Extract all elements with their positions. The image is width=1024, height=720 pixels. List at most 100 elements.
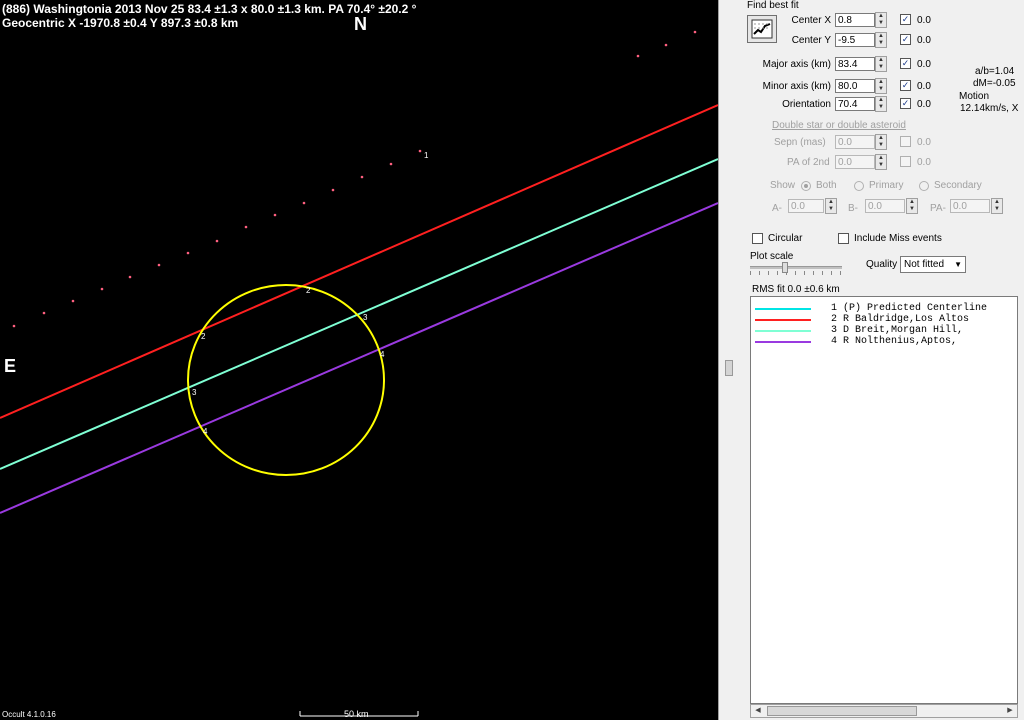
chord-line-3 xyxy=(0,158,718,470)
sepn-checkbox[interactable] xyxy=(900,136,911,147)
field-label: Orientation xyxy=(782,99,831,110)
field-checkbox[interactable]: ✓ xyxy=(900,14,911,25)
pa2-spinner[interactable]: ▲ ▼ xyxy=(875,154,887,170)
scroll-thumb[interactable] xyxy=(767,706,917,716)
legend-num: 1 xyxy=(831,303,838,314)
field-input[interactable]: 70.4 xyxy=(835,97,875,111)
centerline-dot xyxy=(389,162,393,166)
header-line-2: Geocentric X -1970.8 ±0.4 Y 897.3 ±0.8 k… xyxy=(2,16,239,30)
field-spinner[interactable]: ▲ ▼ xyxy=(875,96,887,112)
legend-text: D Breit,Morgan Hill, xyxy=(843,325,964,336)
scroll-left-icon[interactable]: ◀ xyxy=(752,705,764,717)
field-spinner[interactable]: ▲ ▼ xyxy=(875,32,887,48)
show-both-label: Both xyxy=(816,180,837,191)
pa2-check-value: 0.0 xyxy=(917,157,931,168)
show-secondary-label: Secondary xyxy=(934,180,982,191)
pa-input[interactable]: 0.0 xyxy=(950,199,990,213)
field-spinner[interactable]: ▲ ▼ xyxy=(875,78,887,94)
legend-num: 4 xyxy=(831,336,838,347)
field-check-value: 0.0 xyxy=(917,81,931,92)
chord-line-4 xyxy=(0,202,718,514)
double-star-label: Double star or double asteroid xyxy=(772,120,906,131)
include-miss-label: Include Miss events xyxy=(854,233,942,244)
chord-marker-label: 3 xyxy=(363,313,368,322)
scale-bar-label: 50 km xyxy=(344,709,369,719)
scroll-right-icon[interactable]: ▶ xyxy=(1004,705,1016,717)
slider-track xyxy=(750,266,842,269)
centerline-dot xyxy=(215,239,219,243)
plot-scale-label: Plot scale xyxy=(750,251,794,262)
chord-markers: 1 2 2 3 3 4 4 xyxy=(192,151,429,436)
show-both-radio[interactable] xyxy=(801,181,811,191)
show-secondary-radio[interactable] xyxy=(919,181,929,191)
centerline-dots xyxy=(12,30,697,328)
sepn-check-value: 0.0 xyxy=(917,137,931,148)
circular-checkbox[interactable] xyxy=(752,233,763,244)
field-spinner[interactable]: ▲ ▼ xyxy=(875,56,887,72)
field-input[interactable]: 80.0 xyxy=(835,79,875,93)
version-label: Occult 4.1.0.16 xyxy=(2,710,56,719)
centerline-dot xyxy=(331,188,335,192)
show-primary-radio[interactable] xyxy=(854,181,864,191)
sepn-spinner[interactable]: ▲ ▼ xyxy=(875,134,887,150)
centerline-dot xyxy=(273,213,277,217)
legend-text: R Nolthenius,Aptos, xyxy=(843,336,958,347)
quality-select[interactable]: Not fitted ▼ xyxy=(900,256,966,273)
find-best-fit-label: Find best fit xyxy=(747,0,799,11)
field-checkbox[interactable]: ✓ xyxy=(900,34,911,45)
occultation-plot[interactable]: 1223344 (886) Washingtonia 2013 Nov 25 8… xyxy=(0,0,718,720)
pa-spinner[interactable]: ▲ ▼ xyxy=(991,198,1003,214)
legend-num: 3 xyxy=(831,325,838,336)
legend-color-swatch xyxy=(755,308,811,310)
field-label: Major axis (km) xyxy=(762,59,831,70)
fit-panel: Find best fit Center X 0.8 ▲ ▼ ✓ 0.0 Cente… xyxy=(744,0,1024,720)
a-spinner[interactable]: ▲ ▼ xyxy=(825,198,837,214)
sepn-input[interactable]: 0.0 xyxy=(835,135,875,149)
b-spinner[interactable]: ▲ ▼ xyxy=(906,198,918,214)
legend-text: (P) Predicted Centerline xyxy=(843,303,988,314)
b-input[interactable]: 0.0 xyxy=(865,199,905,213)
include-miss-checkbox[interactable] xyxy=(838,233,849,244)
chord-marker-label: 4 xyxy=(203,427,208,436)
splitter-grip[interactable] xyxy=(725,360,733,376)
quality-value: Not fitted xyxy=(904,259,945,270)
pa2-checkbox[interactable] xyxy=(900,156,911,167)
slider-thumb[interactable] xyxy=(782,262,788,273)
centerline-dot xyxy=(302,201,306,205)
a-input[interactable]: 0.0 xyxy=(788,199,824,213)
centerline-dot xyxy=(100,287,104,291)
slider-ticks xyxy=(750,271,842,275)
sepn-label: Sepn (mas) xyxy=(774,137,826,148)
asteroid-outline xyxy=(187,284,385,476)
field-checkbox[interactable]: ✓ xyxy=(900,98,911,109)
chord-marker-label: 1 xyxy=(424,151,429,160)
field-input[interactable]: 83.4 xyxy=(835,57,875,71)
legend-text: R Baldridge,Los Altos xyxy=(843,314,970,325)
legend-hscrollbar[interactable]: ◀ ▶ xyxy=(750,704,1018,718)
field-checkbox[interactable]: ✓ xyxy=(900,58,911,69)
field-input[interactable]: -9.5 xyxy=(835,33,875,47)
centerline-dot xyxy=(636,54,640,58)
chord-legend-list[interactable]: 1 (P) Predicted Centerline 2 R Baldridge… xyxy=(750,296,1018,704)
ab-ratio: a/b=1.04 xyxy=(975,66,1015,77)
legend-color-swatch xyxy=(755,341,811,343)
field-checkbox[interactable]: ✓ xyxy=(900,80,911,91)
field-input[interactable]: 0.8 xyxy=(835,13,875,27)
chord-line-2 xyxy=(0,104,718,419)
legend-color-swatch xyxy=(755,330,811,332)
chord-marker-label: 3 xyxy=(192,388,197,397)
centerline-dot xyxy=(12,324,16,328)
centerline-dot xyxy=(128,275,132,279)
legend-num: 2 xyxy=(831,314,838,325)
panel-splitter[interactable] xyxy=(718,0,745,720)
field-label: Center Y xyxy=(791,35,831,46)
legend-row[interactable]: 4 R Nolthenius,Aptos, xyxy=(751,336,1017,348)
field-spinner[interactable]: ▲ ▼ xyxy=(875,12,887,28)
field-label: Minor axis (km) xyxy=(762,81,831,92)
plot-scale-slider[interactable] xyxy=(750,262,842,276)
centerline-dot xyxy=(418,149,422,153)
centerline-dot xyxy=(186,251,190,255)
centerline-dot xyxy=(244,225,248,229)
quality-label: Quality xyxy=(866,259,898,270)
pa2-input[interactable]: 0.0 xyxy=(835,155,875,169)
